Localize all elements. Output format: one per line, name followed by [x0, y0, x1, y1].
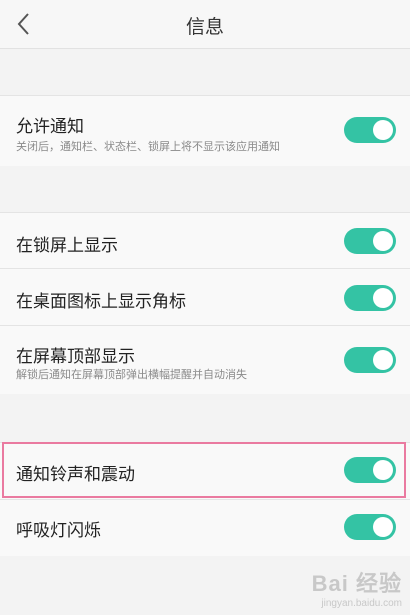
- section-gap: [0, 394, 410, 442]
- badge-toggle[interactable]: [344, 285, 396, 311]
- setting-label: 允许通知: [16, 117, 84, 137]
- setting-label: 在桌面图标上显示角标: [16, 292, 186, 312]
- watermark-sub: jingyan.baidu.com: [321, 598, 402, 609]
- setting-row-breathing-light[interactable]: 呼吸灯闪烁: [0, 499, 410, 556]
- top-bar: 信息: [0, 0, 410, 49]
- breathing-light-toggle[interactable]: [344, 514, 396, 540]
- setting-row-badge[interactable]: 在桌面图标上显示角标: [0, 268, 410, 326]
- setting-row-top-banner[interactable]: 在屏幕顶部显示 解锁后通知在屏幕顶部弹出横幅提醒并自动消失: [0, 325, 410, 394]
- watermark-logo: Bai 经验 jingyan.baidu.com: [312, 566, 402, 609]
- setting-row-lock-screen[interactable]: 在锁屏上显示: [0, 212, 410, 269]
- setting-description: 解锁后通知在屏幕顶部弹出横幅提醒并自动消失: [16, 368, 247, 381]
- toggle-knob: [373, 231, 393, 251]
- toggle-knob: [373, 460, 393, 480]
- lock-screen-toggle[interactable]: [344, 228, 396, 254]
- setting-row-allow-notifications[interactable]: 允许通知 关闭后，通知栏、状态栏、锁屏上将不显示该应用通知: [0, 95, 410, 166]
- setting-description: 关闭后，通知栏、状态栏、锁屏上将不显示该应用通知: [16, 140, 280, 153]
- allow-notifications-toggle[interactable]: [344, 117, 396, 143]
- section-gap: [0, 166, 410, 212]
- toggle-knob: [373, 350, 393, 370]
- setting-label: 在屏幕顶部显示: [16, 347, 135, 367]
- section-gap: [0, 49, 410, 95]
- toggle-knob: [373, 288, 393, 308]
- toggle-knob: [373, 120, 393, 140]
- setting-row-ringtone-vibration[interactable]: 通知铃声和震动: [0, 442, 410, 499]
- setting-label: 通知铃声和震动: [16, 465, 135, 485]
- setting-label: 在锁屏上显示: [16, 236, 118, 256]
- top-banner-toggle[interactable]: [344, 347, 396, 373]
- toggle-knob: [373, 517, 393, 537]
- watermark-text: Bai 经验: [311, 571, 402, 596]
- setting-label: 呼吸灯闪烁: [16, 521, 101, 541]
- page-title: 信息: [185, 16, 224, 38]
- ringtone-vibration-toggle[interactable]: [344, 457, 396, 483]
